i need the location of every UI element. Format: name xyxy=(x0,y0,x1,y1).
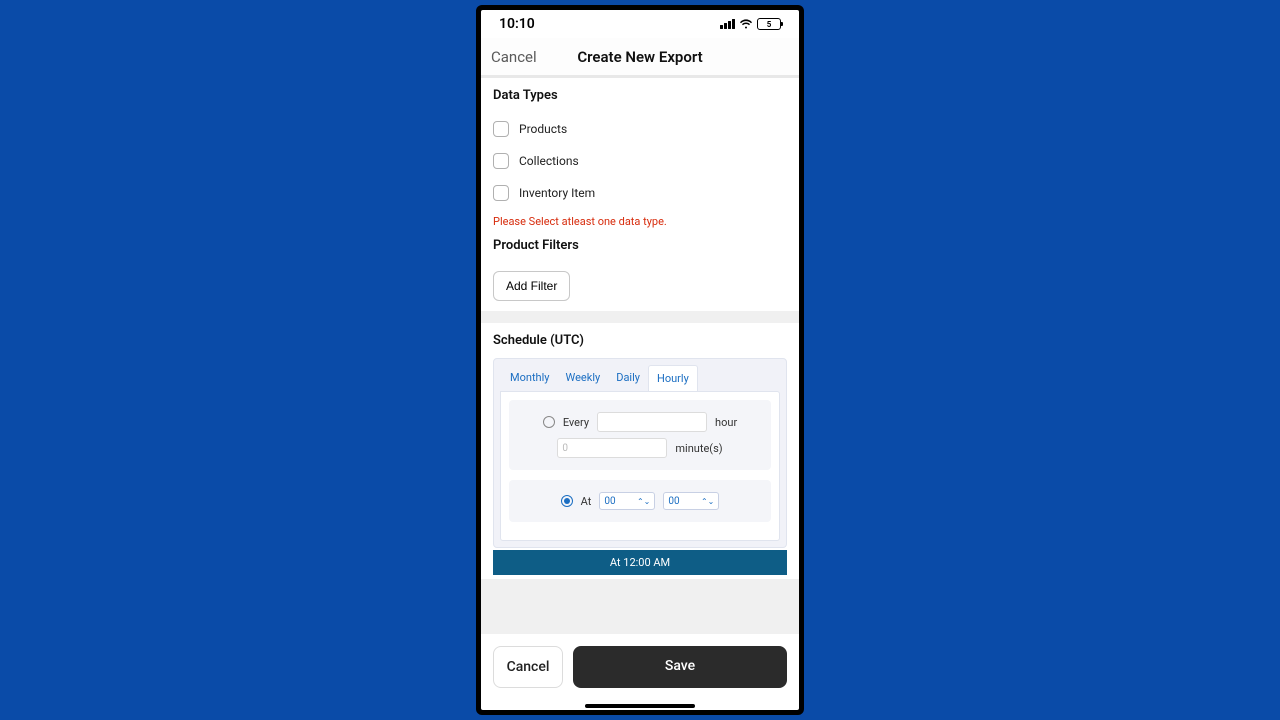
at-minute-select[interactable]: 00 ⌃⌄ xyxy=(663,492,719,510)
status-bar: 10:10 5 xyxy=(481,10,799,38)
schedule-box: Monthly Weekly Daily Hourly Every hour xyxy=(493,358,787,548)
schedule-tabs: Monthly Weekly Daily Hourly xyxy=(494,359,786,391)
checkbox-row-inventory[interactable]: Inventory Item xyxy=(493,177,787,209)
status-right: 5 xyxy=(720,18,781,30)
checkbox-inventory[interactable] xyxy=(493,185,509,201)
nav-bar: Cancel Create New Export xyxy=(481,38,799,76)
schedule-title: Schedule (UTC) xyxy=(493,333,787,348)
schedule-summary: At 12:00 AM xyxy=(493,550,787,575)
cellular-icon xyxy=(720,19,735,29)
product-filters-title: Product Filters xyxy=(493,238,787,253)
tab-weekly[interactable]: Weekly xyxy=(558,365,609,391)
schedule-section: Schedule (UTC) Monthly Weekly Daily Hour… xyxy=(481,323,799,579)
battery-level: 5 xyxy=(767,20,772,29)
at-label: At xyxy=(581,495,592,508)
every-hour-input[interactable] xyxy=(597,412,707,432)
phone-frame: 10:10 5 Cancel Create New Export Data Ty… xyxy=(476,5,804,715)
cancel-button[interactable]: Cancel xyxy=(493,646,563,688)
nav-cancel-button[interactable]: Cancel xyxy=(491,48,537,66)
save-button[interactable]: Save xyxy=(573,646,787,688)
checkbox-products[interactable] xyxy=(493,121,509,137)
checkbox-row-products[interactable]: Products xyxy=(493,113,787,145)
checkbox-label: Products xyxy=(519,122,567,136)
tab-hourly[interactable]: Hourly xyxy=(648,365,698,391)
screen: 10:10 5 Cancel Create New Export Data Ty… xyxy=(481,10,799,710)
option-at: At 00 ⌃⌄ 00 ⌃⌄ xyxy=(509,480,771,522)
checkbox-collections[interactable] xyxy=(493,153,509,169)
tab-monthly[interactable]: Monthly xyxy=(502,365,558,391)
every-label: Every xyxy=(563,416,589,429)
radio-every[interactable] xyxy=(543,416,555,428)
tab-daily[interactable]: Daily xyxy=(608,365,648,391)
every-hour-unit: hour xyxy=(715,416,737,429)
at-hour-select[interactable]: 00 ⌃⌄ xyxy=(599,492,655,510)
status-time: 10:10 xyxy=(499,16,535,32)
footer: Cancel Save xyxy=(481,634,799,700)
validation-error: Please Select atleast one data type. xyxy=(493,215,787,228)
radio-at[interactable] xyxy=(561,495,573,507)
data-types-section: Data Types Products Collections Inventor… xyxy=(481,78,799,311)
wifi-icon xyxy=(739,19,753,29)
checkbox-label: Inventory Item xyxy=(519,186,595,200)
content: Data Types Products Collections Inventor… xyxy=(481,78,799,634)
every-minute-input[interactable]: 0 xyxy=(557,438,667,458)
chevron-updown-icon: ⌃⌄ xyxy=(637,497,650,506)
add-filter-button[interactable]: Add Filter xyxy=(493,271,570,301)
option-every: Every hour 0 minute(s) xyxy=(509,400,771,470)
chevron-updown-icon: ⌃⌄ xyxy=(701,497,714,506)
tab-body: Every hour 0 minute(s) xyxy=(500,391,780,541)
home-indicator[interactable] xyxy=(585,704,695,708)
checkbox-row-collections[interactable]: Collections xyxy=(493,145,787,177)
battery-icon: 5 xyxy=(757,18,781,30)
every-minute-unit: minute(s) xyxy=(675,442,722,455)
data-types-title: Data Types xyxy=(493,88,787,103)
checkbox-label: Collections xyxy=(519,154,579,168)
